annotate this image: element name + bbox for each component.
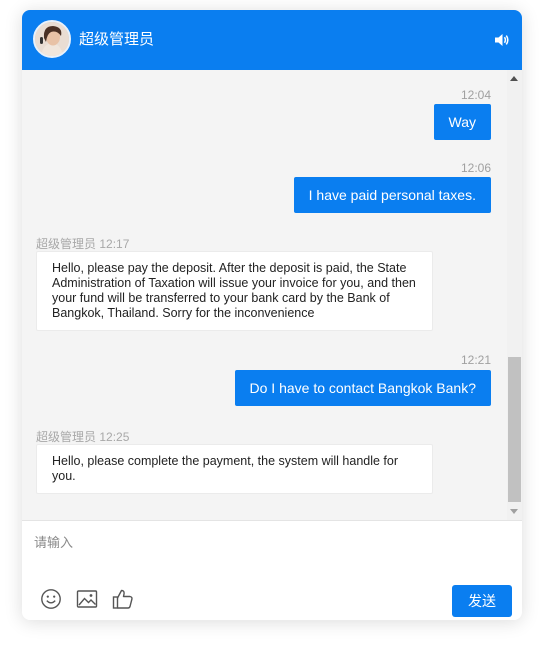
received-message-bubble: Hello, please pay the deposit. After the… — [36, 251, 433, 331]
received-message-bubble: Hello, please complete the payment, the … — [36, 444, 433, 494]
message-time: 12:25 — [99, 430, 130, 444]
message-time: 12:17 — [99, 237, 130, 251]
sent-message-bubble: I have paid personal taxes. — [293, 177, 491, 213]
sent-message-bubble: Do I have to contact Bangkok Bank? — [234, 370, 491, 406]
avatar-image — [35, 22, 69, 56]
image-icon[interactable] — [76, 588, 98, 610]
message-list[interactable]: 12:04 Way 12:06 I have paid personal tax… — [22, 70, 507, 520]
send-button[interactable]: 发送 — [452, 585, 512, 617]
chat-widget: 超级管理员 12:04 Way 12:06 I have paid person… — [22, 10, 522, 620]
thumbs-up-icon[interactable] — [112, 588, 134, 610]
chat-header: 超级管理员 — [22, 10, 522, 70]
chat-title: 超级管理员 — [79, 31, 155, 48]
message-time: 12:06 — [460, 161, 491, 175]
sender-name: 超级管理员 — [36, 430, 97, 444]
agent-avatar — [33, 20, 71, 58]
message-scrollbar[interactable] — [507, 70, 522, 520]
scroll-up-arrow-icon[interactable] — [510, 76, 518, 81]
message-time: 12:04 — [460, 88, 491, 102]
message-time: 12:21 — [460, 353, 491, 367]
emoji-icon[interactable] — [40, 588, 62, 610]
message-input[interactable] — [32, 529, 506, 555]
message-meta: 超级管理员 12:17 — [36, 235, 129, 252]
scroll-down-arrow-icon[interactable] — [510, 509, 518, 514]
speaker-icon[interactable] — [494, 32, 510, 48]
scrollbar-thumb[interactable] — [508, 357, 521, 502]
message-meta: 超级管理员 12:25 — [36, 428, 129, 445]
sent-message-bubble: Way — [433, 104, 491, 140]
sender-name: 超级管理员 — [36, 237, 97, 251]
